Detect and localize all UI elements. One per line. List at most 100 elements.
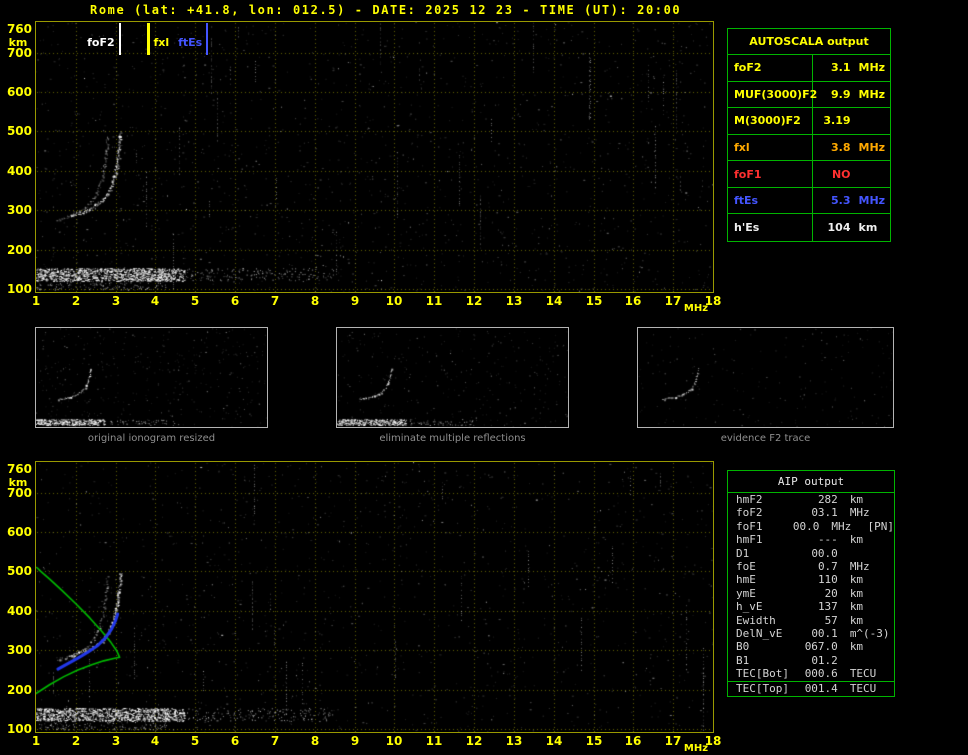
aip-param-unit: km [849, 493, 864, 506]
autoscala-table-title: AUTOSCALA output [728, 29, 890, 55]
x-axis-tick-label-top: 5 [190, 294, 200, 308]
x-axis-tick-label-top: 15 [585, 294, 603, 308]
autoscala-value-cell: 3.19 [813, 108, 890, 134]
autoscala-value-cell: 5.3 MHz [813, 188, 890, 214]
autoscala-param-cell: foF1 [728, 161, 813, 187]
autoscala-row-M(3000)F2: M(3000)F2 3.19 [728, 108, 890, 135]
y-axis-tick-label-bottom: 300 [6, 643, 32, 657]
aip-param-unit: MHz [831, 519, 852, 533]
aip-param-name: ymE [736, 586, 756, 600]
y-axis-tick-label-top: 600 [6, 85, 32, 99]
x-axis-tick-label-top: 7 [270, 294, 280, 308]
autoscala-param-cell: MUF(3000)F2 [728, 81, 817, 108]
x-axis-tick-label-bottom: 6 [230, 734, 240, 748]
aip-param-name: h_vE [736, 600, 763, 614]
autoscala-param-cell: h'Es [728, 214, 813, 241]
foF2-marker-line [118, 23, 121, 55]
aip-param-unit: km [849, 573, 864, 587]
thumbnail-f2-trace-caption: evidence F2 trace [720, 433, 811, 444]
page-title: Rome (lat: +41.8, lon: 012.5) - DATE: 20… [90, 3, 682, 17]
x-axis-tick-label-bottom: 16 [624, 734, 642, 748]
autoscala-value-number: NO [831, 167, 851, 181]
x-axis-tick-label-top: 16 [624, 294, 642, 308]
y-axis-unit-label-bottom: km [8, 476, 28, 489]
x-axis-tick-label-top: 6 [230, 294, 240, 308]
x-axis-tick-label-bottom: 12 [465, 734, 483, 748]
aip-param-name: hmF1 [736, 533, 763, 547]
y-axis-tick-label-top: 500 [6, 124, 32, 138]
aip-param-name: hmE [736, 573, 756, 587]
aip-param-unit: km [849, 533, 864, 547]
foF2-marker-label: foF2 [87, 36, 115, 49]
x-axis-tick-label-top: 8 [310, 294, 320, 308]
aip-param-value: 57 [824, 613, 838, 627]
autoscala-value-unit: MHz [858, 87, 886, 101]
bottom-ionogram-panel [35, 461, 714, 733]
y-axis-tick-label-bottom: 200 [6, 683, 32, 697]
aip-row-hmE: hmE 110 km [728, 573, 894, 586]
aip-param-name: TEC[Top] [736, 682, 789, 696]
x-axis-tick-label-bottom: 10 [385, 734, 403, 748]
x-axis-tick-label-bottom: 2 [71, 734, 81, 748]
thumbnail-original-panel [35, 327, 268, 428]
aip-param-value: 0.7 [817, 559, 838, 573]
aip-param-name: B1 [736, 653, 750, 667]
autoscala-value-number: 3.19 [823, 114, 851, 128]
ftEs-marker-label: ftEs [178, 36, 203, 49]
x-axis-tick-label-bottom: 4 [150, 734, 160, 748]
x-axis-unit-label-top: MHz [683, 303, 709, 314]
thumbnail-original-canvas [36, 328, 267, 427]
x-axis-tick-label-bottom: 1 [31, 734, 41, 748]
aip-row-tec-bot: TEC[Bot] 000.6 TECU [728, 667, 894, 681]
y-axis-tick-label-top: 300 [6, 203, 32, 217]
thumbnail-f2-trace-panel [637, 327, 894, 428]
autoscala-value-cell: 3.8 MHz [813, 135, 890, 161]
autoscala-value-cell: 9.9 MHz [813, 82, 890, 108]
autoscala-row-h'Es: h'Es 104 km [728, 214, 890, 241]
aip-row-foF2: foF2 03.1 MHz [728, 506, 894, 519]
y-axis-tick-label-bottom: 400 [6, 604, 32, 618]
autoscala-param-cell: M(3000)F2 [728, 108, 813, 134]
aip-param-value: --- [817, 533, 838, 547]
x-axis-tick-label-top: 1 [31, 294, 41, 308]
aip-param-unit: km [849, 640, 864, 654]
autoscala-table: AUTOSCALA output foF2 3.1 MHz MUF(3000)F2 9.… [727, 28, 891, 242]
thumbnail-no-multiples-canvas [337, 328, 568, 427]
thumbnail-f2-trace-canvas [638, 328, 893, 427]
autoscala-value-cell: NO [813, 161, 890, 187]
x-axis-tick-label-top: 9 [350, 294, 360, 308]
aip-row-foE: foE 0.7 MHz [728, 560, 894, 573]
autoscala-value-unit: MHz [858, 140, 886, 154]
x-axis-tick-label-top: 14 [545, 294, 563, 308]
x-axis-tick-label-top: 10 [385, 294, 403, 308]
x-axis-tick-label-bottom: 9 [350, 734, 360, 748]
aip-row-hmF1: hmF1 --- km [728, 533, 894, 546]
top-ionogram-canvas [36, 22, 713, 292]
aip-param-value: 00.0 [792, 519, 820, 533]
autoscala-row-foF2: foF2 3.1 MHz [728, 55, 890, 82]
aip-row-Ewidth: Ewidth 57 km [728, 614, 894, 627]
aip-param-value: 067.0 [804, 640, 838, 654]
aip-param-name: foE [736, 559, 756, 573]
x-axis-tick-label-bottom: 15 [585, 734, 603, 748]
y-axis-tick-label-bottom: 600 [6, 525, 32, 539]
autoscala-value-unit: MHz [858, 194, 886, 208]
aip-param-value: 282 [817, 493, 838, 506]
x-axis-tick-label-top: 2 [71, 294, 81, 308]
aip-param-name: foF2 [736, 506, 763, 520]
aip-param-value: 001.4 [804, 682, 838, 696]
y-axis-tick-label-top: 760 [6, 22, 32, 36]
thumbnail-no-multiples-panel [336, 327, 569, 428]
x-axis-tick-label-top: 3 [111, 294, 121, 308]
aip-table: AIP output hmF2 282 km foF2 03.1 MHz foF1 00.0 M… [727, 470, 895, 697]
y-axis-tick-label-top: 400 [6, 164, 32, 178]
aip-param-unit: km [849, 600, 864, 614]
aip-param-name: foF1 [736, 519, 763, 533]
aip-param-value: 00.1 [811, 626, 838, 640]
y-axis-tick-label-bottom: 500 [6, 564, 32, 578]
aip-param-name: D1 [736, 546, 750, 560]
aip-table-title: AIP output [728, 471, 894, 493]
aip-param-value: 000.6 [804, 667, 838, 681]
ftEs-marker-line [206, 23, 209, 55]
aip-param-unit: MHz [849, 559, 870, 573]
